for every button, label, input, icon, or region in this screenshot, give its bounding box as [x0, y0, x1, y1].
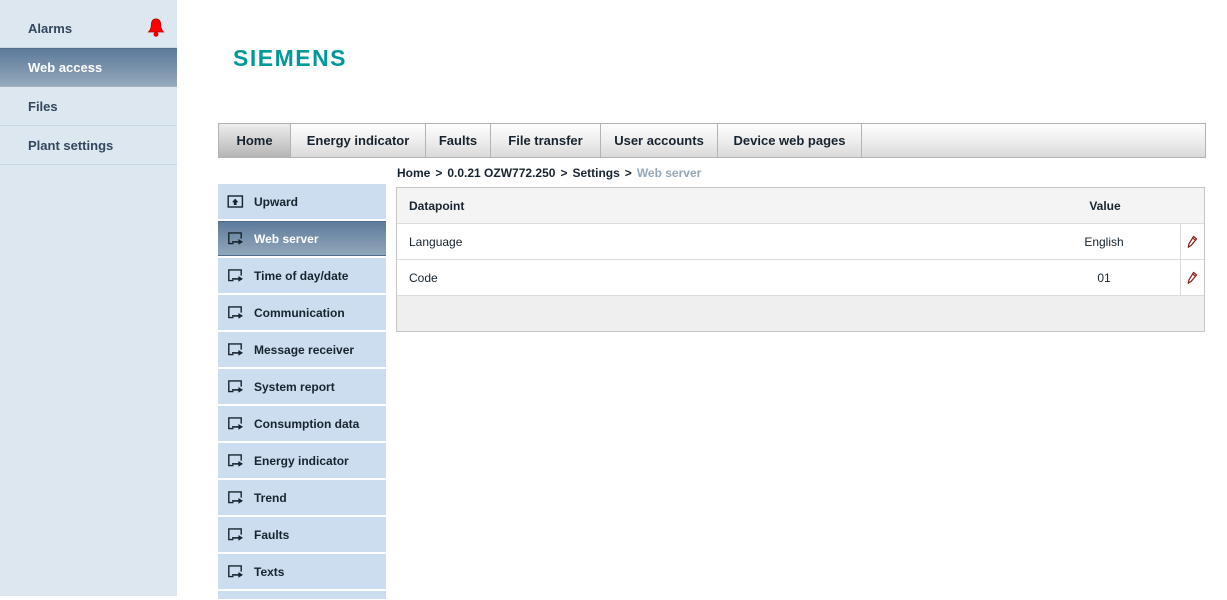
- page-export-icon: [228, 232, 243, 245]
- datapoint-table: Datapoint Value Language English Code 01: [396, 187, 1205, 332]
- tab-bar-filler: [862, 124, 1205, 157]
- nav-item-upward[interactable]: Upward: [218, 184, 386, 219]
- datapoint-value: 01: [1097, 270, 1111, 285]
- nav-item-label: Trend: [254, 490, 287, 505]
- breadcrumb: Home > 0.0.21 OZW772.250 > Settings > We…: [397, 166, 701, 180]
- edit-pencil-icon: [1187, 271, 1198, 284]
- breadcrumb-separator: >: [560, 166, 568, 180]
- sidebar-item-alarms[interactable]: Alarms: [0, 9, 177, 48]
- nav-item-label: Energy indicator: [254, 453, 349, 468]
- nav-item-label: Faults: [254, 527, 290, 542]
- sidebar-item-plant-settings[interactable]: Plant settings: [0, 126, 177, 165]
- secondary-nav: Upward Web server Time of day/date Commu…: [218, 184, 386, 599]
- tab-label: Faults: [438, 133, 478, 148]
- table-row-code: Code 01: [397, 260, 1204, 296]
- page-export-icon: [228, 343, 243, 356]
- breadcrumb-device[interactable]: 0.0.21 OZW772.250: [447, 166, 555, 180]
- page-export-icon: [228, 269, 243, 282]
- column-header-value: Value: [1089, 198, 1121, 213]
- breadcrumb-current: Web server: [636, 166, 702, 180]
- upward-icon: [227, 195, 244, 208]
- nav-item-faults[interactable]: Faults: [218, 517, 386, 552]
- sidebar-item-web-access[interactable]: Web access: [0, 48, 177, 87]
- tab-label: File transfer: [508, 133, 583, 148]
- page-export-icon: [228, 565, 243, 578]
- sidebar-item-label: Files: [28, 98, 58, 114]
- page-export-icon: [228, 380, 243, 393]
- primary-sidebar: Alarms Web access Files Plant settings: [0, 0, 177, 596]
- nav-item-texts[interactable]: Texts: [218, 554, 386, 589]
- page-export-icon: [228, 491, 243, 504]
- table-row-language: Language English: [397, 224, 1204, 260]
- table-footer-row: [397, 296, 1204, 331]
- tab-device-web-pages[interactable]: Device web pages: [718, 124, 862, 157]
- tab-label: Energy indicator: [306, 133, 410, 148]
- nav-item-time-of-day-date[interactable]: Time of day/date: [218, 258, 386, 293]
- nav-item-label: Communication: [254, 305, 345, 320]
- nav-item-trend[interactable]: Trend: [218, 480, 386, 515]
- sidebar-item-label: Web access: [28, 60, 103, 75]
- table-header-row: Datapoint Value: [397, 188, 1204, 224]
- column-header-edit: [1181, 188, 1204, 223]
- nav-item-energy-indicator[interactable]: Energy indicator: [218, 443, 386, 478]
- edit-button[interactable]: [1180, 260, 1204, 295]
- nav-item-label: Texts: [254, 564, 285, 579]
- alarm-bell-icon: [147, 18, 165, 37]
- tab-home[interactable]: Home: [219, 124, 291, 157]
- nav-item-label: System report: [254, 379, 335, 394]
- nav-item-system-report[interactable]: System report: [218, 369, 386, 404]
- siemens-logo: SIEMENS: [233, 45, 348, 71]
- datapoint-name: Code: [409, 270, 438, 285]
- tab-label: Device web pages: [733, 133, 846, 148]
- nav-item-consumption-data[interactable]: Consumption data: [218, 406, 386, 441]
- page-export-icon: [228, 306, 243, 319]
- tab-bar: Home Energy indicator Faults File transf…: [218, 123, 1206, 158]
- nav-item-communication[interactable]: Communication: [218, 295, 386, 330]
- nav-item-message-receiver[interactable]: Message receiver: [218, 332, 386, 367]
- breadcrumb-separator: >: [624, 166, 632, 180]
- breadcrumb-home[interactable]: Home: [397, 166, 430, 180]
- tab-label: User accounts: [614, 133, 704, 148]
- nav-item-label: Time of day/date: [254, 268, 349, 283]
- page-export-icon: [228, 417, 243, 430]
- edit-button[interactable]: [1180, 224, 1204, 259]
- page-export-icon: [228, 528, 243, 541]
- tab-faults[interactable]: Faults: [426, 124, 491, 157]
- nav-item-label: Upward: [254, 194, 299, 209]
- nav-item-partial: [218, 591, 386, 599]
- tab-user-accounts[interactable]: User accounts: [601, 124, 718, 157]
- breadcrumb-separator: >: [435, 166, 443, 180]
- datapoint-value: English: [1084, 234, 1124, 249]
- tab-label: Home: [236, 133, 273, 148]
- sidebar-item-label: Alarms: [28, 20, 73, 36]
- sidebar-item-files[interactable]: Files: [0, 87, 177, 126]
- nav-item-label: Consumption data: [254, 416, 360, 431]
- nav-item-label: Web server: [254, 231, 319, 246]
- tab-file-transfer[interactable]: File transfer: [491, 124, 601, 157]
- breadcrumb-settings[interactable]: Settings: [572, 166, 619, 180]
- datapoint-name: Language: [409, 234, 463, 249]
- sidebar-item-label: Plant settings: [28, 137, 114, 153]
- nav-item-label: Message receiver: [254, 342, 355, 357]
- nav-item-web-server[interactable]: Web server: [218, 221, 386, 256]
- page-export-icon: [228, 454, 243, 467]
- tab-energy-indicator[interactable]: Energy indicator: [291, 124, 426, 157]
- column-header-datapoint: Datapoint: [409, 198, 465, 213]
- edit-pencil-icon: [1187, 235, 1198, 248]
